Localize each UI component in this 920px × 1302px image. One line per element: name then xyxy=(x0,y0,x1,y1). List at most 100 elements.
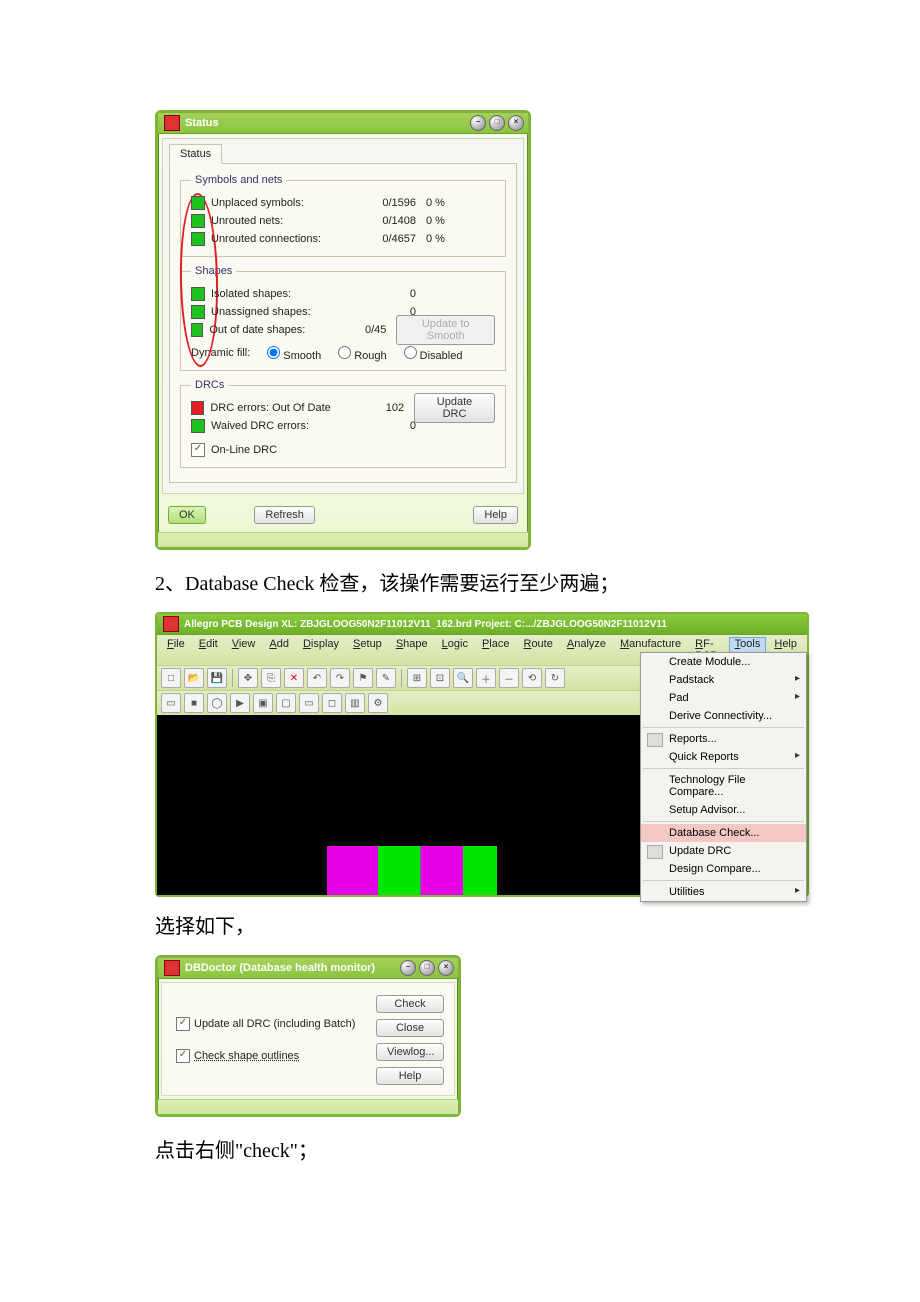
move-icon[interactable]: ✥ xyxy=(238,668,258,688)
tools-item-quick-reports[interactable]: Quick Reports xyxy=(641,748,806,766)
radio-rough[interactable]: Rough xyxy=(333,343,386,362)
legend-symbols-nets: Symbols and nets xyxy=(191,174,286,186)
tools-menu-dropdown[interactable]: Create Module...PadstackPadDerive Connec… xyxy=(640,652,807,902)
close-icon[interactable]: × xyxy=(508,115,524,131)
tools-item-create-module-[interactable]: Create Module... xyxy=(641,653,806,671)
waived-drc-label: Waived DRC errors: xyxy=(211,420,376,432)
dbdoctor-titlebar[interactable]: DBDoctor (Database health monitor) – □ × xyxy=(158,958,458,979)
maximize-icon[interactable]: □ xyxy=(419,960,435,976)
menu-place[interactable]: Place xyxy=(476,637,516,663)
update-all-drc-label: Update all DRC (including Batch) xyxy=(194,1018,355,1030)
tools-item-pad[interactable]: Pad xyxy=(641,689,806,707)
menu-add[interactable]: Add xyxy=(263,637,295,663)
waived-drc-value: 0 xyxy=(376,420,426,432)
zoom-in-icon[interactable]: ＋ xyxy=(476,668,496,688)
refresh-icon[interactable]: ↻ xyxy=(545,668,565,688)
drc-errors-value: 102 xyxy=(366,402,414,414)
menu-setup[interactable]: Setup xyxy=(347,637,388,663)
dbdoctor-title: DBDoctor (Database health monitor) xyxy=(185,962,400,974)
update-to-smooth-button[interactable]: Update to Smooth xyxy=(396,315,495,345)
viewlog-button[interactable]: Viewlog... xyxy=(376,1043,444,1061)
tool-g-icon[interactable]: ▭ xyxy=(299,693,319,713)
menu-item-icon xyxy=(647,733,663,747)
tools-item-technology-file-compare-[interactable]: Technology File Compare... xyxy=(641,771,806,801)
refresh-button[interactable]: Refresh xyxy=(254,506,315,524)
allegro-titlebar[interactable]: Allegro PCB Design XL: ZBJGLOOG50N2F1101… xyxy=(157,614,807,635)
group-drcs: DRCs DRC errors: Out Of Date 102 Update … xyxy=(180,379,506,468)
menu-route[interactable]: Route xyxy=(517,637,558,663)
tool-d-icon[interactable]: ▶ xyxy=(230,693,250,713)
save-icon[interactable]: 💾 xyxy=(207,668,227,688)
new-icon[interactable]: □ xyxy=(161,668,181,688)
menu-file[interactable]: File xyxy=(161,637,191,663)
update-all-drc-checkbox[interactable]: ✓ Update all DRC (including Batch) xyxy=(176,1017,360,1031)
tool-f-icon[interactable]: ▢ xyxy=(276,693,296,713)
tools-item-update-drc[interactable]: Update DRC xyxy=(641,842,806,860)
menu-shape[interactable]: Shape xyxy=(390,637,434,663)
menu-analyze[interactable]: Analyze xyxy=(561,637,612,663)
ok-button[interactable]: OK xyxy=(168,506,206,524)
open-icon[interactable]: 📂 xyxy=(184,668,204,688)
menu-display[interactable]: Display xyxy=(297,637,345,663)
status-square-icon xyxy=(191,305,205,319)
unplaced-symbols-value: 0/1596 xyxy=(356,197,426,209)
tool-a-icon[interactable]: ▭ xyxy=(161,693,181,713)
doc-text-1: 2、Database Check 检查，该操作需要运行至少两遍； xyxy=(155,568,765,600)
menu-view[interactable]: View xyxy=(226,637,262,663)
prop-icon[interactable]: ⚑ xyxy=(353,668,373,688)
tools-item-design-compare-[interactable]: Design Compare... xyxy=(641,860,806,878)
tool-e-icon[interactable]: ▣ xyxy=(253,693,273,713)
tool-b-icon[interactable]: ■ xyxy=(184,693,204,713)
delete-icon[interactable]: ✕ xyxy=(284,668,304,688)
close-button[interactable]: Close xyxy=(376,1019,444,1037)
tool-i-icon[interactable]: ▥ xyxy=(345,693,365,713)
unplaced-symbols-label: Unplaced symbols: xyxy=(211,197,356,209)
maximize-icon[interactable]: □ xyxy=(489,115,505,131)
menu-logic[interactable]: Logic xyxy=(436,637,474,663)
check-button[interactable]: Check xyxy=(376,995,444,1013)
redo-icon[interactable]: ↷ xyxy=(330,668,350,688)
menu-edit[interactable]: Edit xyxy=(193,637,224,663)
tools-item-setup-advisor-[interactable]: Setup Advisor... xyxy=(641,801,806,819)
online-drc-label: On-Line DRC xyxy=(211,444,277,456)
status-titlebar[interactable]: Status – □ × xyxy=(158,113,528,134)
minimize-icon[interactable]: – xyxy=(470,115,486,131)
tools-item-derive-connectivity-[interactable]: Derive Connectivity... xyxy=(641,707,806,725)
tool-j-icon[interactable]: ⚙ xyxy=(368,693,388,713)
ood-shapes-label: Out of date shapes: xyxy=(209,324,334,336)
zoom-out-icon[interactable]: － xyxy=(499,668,519,688)
undo-icon[interactable]: ↶ xyxy=(307,668,327,688)
tool-c-icon[interactable]: ◯ xyxy=(207,693,227,713)
tools-item-utilities[interactable]: Utilities xyxy=(641,883,806,901)
help-button[interactable]: Help xyxy=(473,506,518,524)
doc-text-2: 选择如下， xyxy=(155,911,765,943)
check-shape-outlines-checkbox[interactable]: ✓ Check shape outlines xyxy=(176,1049,360,1063)
radio-smooth[interactable]: Smooth xyxy=(262,343,321,362)
zoom-fit-icon[interactable]: ⊞ xyxy=(407,668,427,688)
tools-item-database-check-[interactable]: Database Check... xyxy=(641,824,806,842)
check-shape-outlines-label: Check shape outlines xyxy=(194,1050,299,1062)
zoom-icon[interactable]: 🔍 xyxy=(453,668,473,688)
pcb-artwork xyxy=(327,846,497,895)
status-square-icon xyxy=(191,401,204,415)
unrouted-conn-label: Unrouted connections: xyxy=(211,233,356,245)
tab-status[interactable]: Status xyxy=(169,144,222,164)
minimize-icon[interactable]: – xyxy=(400,960,416,976)
radio-disabled[interactable]: Disabled xyxy=(399,343,463,362)
tool-h-icon[interactable]: ◻ xyxy=(322,693,342,713)
online-drc-checkbox[interactable]: ✓ xyxy=(191,443,205,457)
close-icon[interactable]: × xyxy=(438,960,454,976)
copy-icon[interactable]: ⎘ xyxy=(261,668,281,688)
pin-icon[interactable]: ✎ xyxy=(376,668,396,688)
legend-drcs: DRCs xyxy=(191,379,228,391)
dbdoctor-dialog: DBDoctor (Database health monitor) – □ ×… xyxy=(155,955,461,1117)
help-button[interactable]: Help xyxy=(376,1067,444,1085)
doc-text-3: 点击右侧"check"； xyxy=(155,1135,765,1167)
tools-item-reports-[interactable]: Reports... xyxy=(641,730,806,748)
isolated-shapes-value: 0 xyxy=(356,288,426,300)
zoom-win-icon[interactable]: ⊡ xyxy=(430,668,450,688)
unrouted-nets-label: Unrouted nets: xyxy=(211,215,356,227)
tools-item-padstack[interactable]: Padstack xyxy=(641,671,806,689)
status-square-icon xyxy=(191,323,203,337)
zoom-prev-icon[interactable]: ⟲ xyxy=(522,668,542,688)
